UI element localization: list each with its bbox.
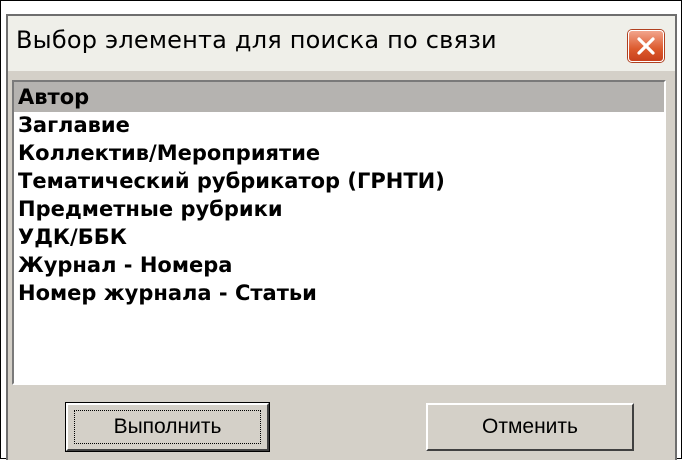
list-item[interactable]: Коллектив/Мероприятие [14, 138, 664, 168]
cancel-button-label: Отменить [482, 415, 578, 438]
execute-button[interactable]: Выполнить [65, 402, 270, 452]
list-item[interactable]: Номер журнала - Статьи [14, 278, 664, 308]
dialog-title: Выбор элемента для поиска по связи [16, 26, 497, 54]
list-item[interactable]: Журнал - Номера [14, 250, 664, 280]
close-button[interactable] [628, 30, 664, 62]
list-item[interactable]: Заглавие [14, 110, 664, 140]
focus-rectangle [74, 410, 261, 444]
list-item[interactable]: Автор [14, 82, 664, 112]
search-link-dialog: Выбор элемента для поиска по связи Автор… [6, 14, 677, 460]
title-bar[interactable]: Выбор элемента для поиска по связи [8, 16, 675, 71]
screenshot-frame: Выбор элемента для поиска по связи Автор… [0, 0, 682, 460]
list-item[interactable]: УДК/ББК [14, 222, 664, 252]
list-item[interactable]: Предметные рубрики [14, 194, 664, 224]
list-item[interactable]: Тематический рубрикатор (ГРНТИ) [14, 166, 664, 196]
element-listbox[interactable]: Автор Заглавие Коллектив/Мероприятие Темати… [12, 80, 666, 385]
cancel-button[interactable]: Отменить [426, 403, 634, 451]
